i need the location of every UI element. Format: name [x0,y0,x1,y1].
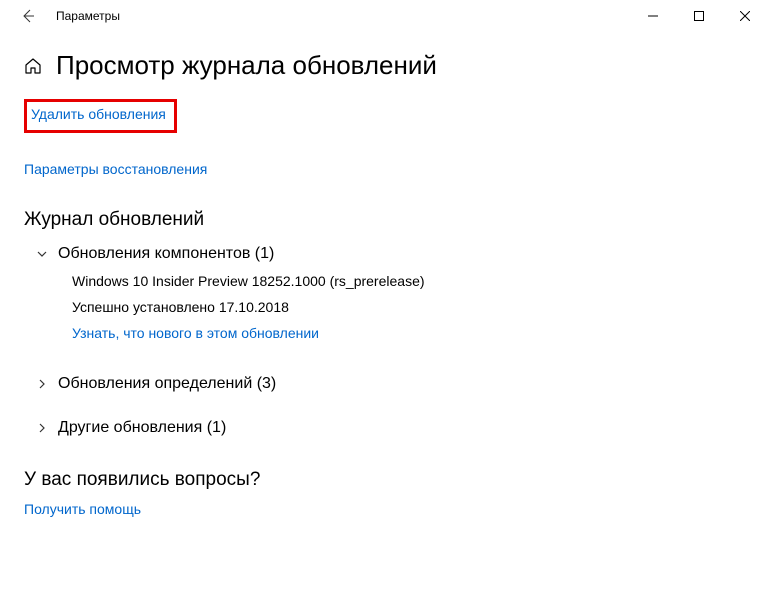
section-other-updates[interactable]: Другие обновления (1) [34,415,744,441]
titlebar: Параметры [0,0,768,32]
window-title: Параметры [56,9,630,23]
window-controls [630,0,768,32]
section-definition-updates[interactable]: Обновления определений (3) [34,371,744,397]
maximize-icon [694,11,704,21]
update-status: Успешно установлено 17.10.2018 [72,299,744,315]
page-header: Просмотр журнала обновлений [0,32,768,89]
section-label: Обновления компонентов (1) [58,245,274,263]
update-item-details: Windows 10 Insider Preview 18252.1000 (r… [72,267,744,353]
history-heading: Журнал обновлений [24,209,744,231]
back-arrow-icon [20,8,36,24]
page-title: Просмотр журнала обновлений [56,50,437,81]
back-button[interactable] [8,0,48,32]
section-feature-updates[interactable]: Обновления компонентов (1) [34,241,744,267]
chevron-right-icon [34,378,50,390]
update-title: Windows 10 Insider Preview 18252.1000 (r… [72,273,744,289]
section-label: Обновления определений (3) [58,375,276,393]
chevron-right-icon [34,422,50,434]
minimize-icon [648,11,658,21]
section-label: Другие обновления (1) [58,419,226,437]
maximize-button[interactable] [676,0,722,32]
close-button[interactable] [722,0,768,32]
help-heading: У вас появились вопросы? [24,469,744,491]
minimize-button[interactable] [630,0,676,32]
home-icon[interactable] [24,57,42,75]
uninstall-updates-link[interactable]: Удалить обновления [31,106,166,122]
whats-new-link[interactable]: Узнать, что нового в этом обновлении [72,325,319,341]
close-icon [740,11,750,21]
uninstall-highlight: Удалить обновления [24,99,177,133]
content-area: Удалить обновления Параметры восстановле… [0,89,768,519]
recovery-options-link[interactable]: Параметры восстановления [24,161,207,177]
chevron-down-icon [34,248,50,260]
get-help-link[interactable]: Получить помощь [24,501,141,517]
